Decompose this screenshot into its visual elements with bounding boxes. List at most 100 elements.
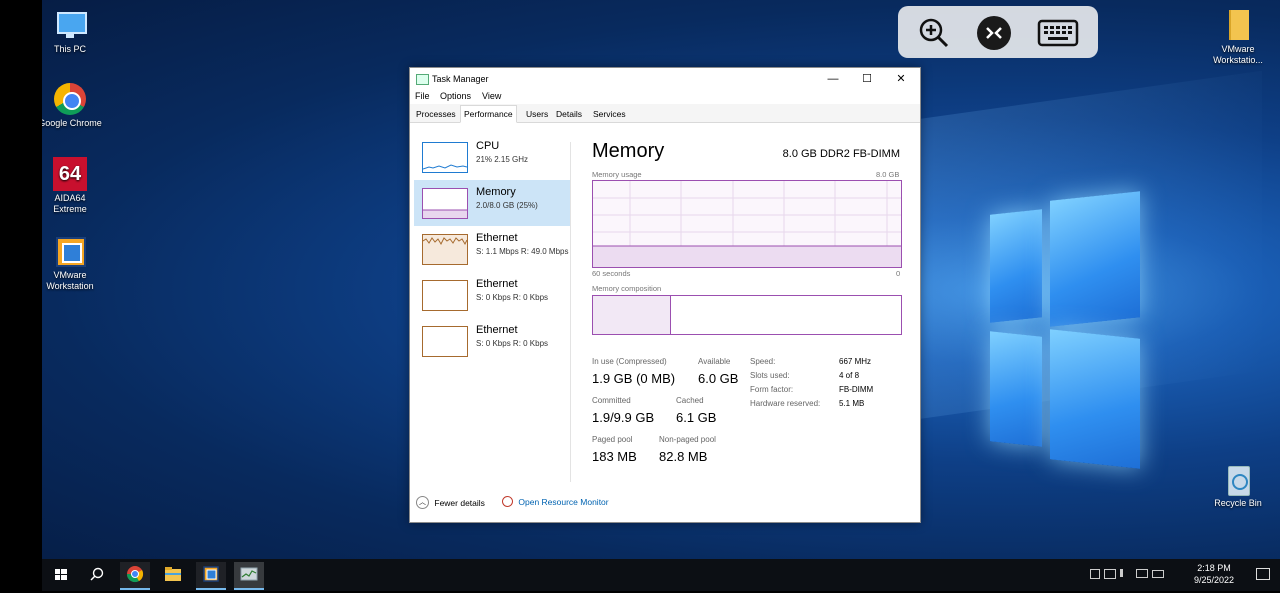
network-error-icon[interactable] (1104, 569, 1116, 579)
desktop-icon-aida64[interactable]: 64 AIDA64 Extreme (42, 157, 102, 215)
notification-icon[interactable] (1256, 568, 1270, 580)
form-factor-label: Form factor: (750, 385, 794, 394)
tab-services[interactable]: Services (590, 107, 629, 121)
close-button[interactable]: ✕ (886, 71, 916, 87)
sidebar-item-ethernet-3[interactable]: Ethernet S: 0 Kbps R: 0 Kbps (414, 318, 570, 364)
speed-label: Speed: (750, 357, 776, 366)
tab-users[interactable]: Users (523, 107, 551, 121)
recycle-bin-icon (1221, 462, 1255, 496)
in-use-value: 1.9 GB (0 MB) (592, 371, 676, 386)
sidebar-item-label: Ethernet (476, 324, 518, 336)
paged-pool-label: Paged pool (592, 435, 633, 444)
chrome-icon (53, 82, 87, 116)
display-icon[interactable] (1136, 569, 1148, 578)
taskbar-vmware-icon[interactable] (196, 562, 226, 590)
taskbar: 2:18 PM 9/25/2022 (42, 559, 1280, 591)
title-bar[interactable]: Task Manager — ☐ ✕ (410, 68, 920, 90)
sidebar-item-sub: S: 0 Kbps R: 0 Kbps (476, 339, 549, 348)
open-resource-monitor-link[interactable]: Open Resource Monitor (502, 496, 609, 508)
desktop-icon-this-pc[interactable]: This PC (42, 8, 102, 55)
composition-in-use (593, 296, 671, 334)
usage-area (593, 246, 901, 267)
aida64-icon: 64 (53, 157, 87, 191)
cached-label: Cached (676, 396, 704, 405)
memory-usage-graph (592, 180, 902, 268)
sidebar-item-label: Ethernet (476, 278, 518, 290)
windows-logo-pane (990, 331, 1042, 447)
tab-bar: Processes Performance Users Details Serv… (410, 104, 920, 123)
desktop-icon-vmware-folder[interactable]: VMware Workstatio... (1206, 8, 1270, 66)
desktop-icon-chrome[interactable]: Google Chrome (42, 82, 102, 129)
menu-bar: File Options View (410, 90, 920, 104)
search-icon[interactable] (82, 562, 112, 588)
file-explorer-icon[interactable] (158, 562, 188, 588)
clock-date: 9/25/2022 (1193, 575, 1234, 585)
vmware-icon (53, 234, 87, 268)
memory-thumbnail-graph (422, 188, 468, 219)
usage-label: Memory usage (592, 170, 642, 179)
tab-performance[interactable]: Performance (460, 105, 517, 123)
footer: ︿ Fewer details Open Resource Monitor (416, 496, 906, 512)
sidebar-item-label: CPU (476, 140, 500, 152)
hardware-reserved-label: Hardware reserved: (750, 399, 821, 408)
tab-processes[interactable]: Processes (413, 107, 459, 121)
hardware-reserved-value: 5.1 MB (839, 399, 865, 408)
minimize-button[interactable]: — (818, 71, 848, 87)
volume-muted-icon[interactable] (1120, 569, 1133, 577)
ethernet-thumbnail-graph (422, 234, 468, 265)
maximize-button[interactable]: ☐ (852, 71, 882, 87)
sidebar-item-label: Memory (476, 186, 516, 198)
taskbar-chrome-icon[interactable] (120, 562, 150, 590)
sidebar-item-cpu[interactable]: CPU 21% 2.15 GHz (414, 134, 570, 180)
menu-file[interactable]: File (415, 91, 430, 101)
fewer-details-button[interactable]: ︿ Fewer details (416, 496, 485, 509)
open-resource-monitor-label: Open Resource Monitor (518, 496, 609, 507)
ethernet-thumbnail-graph (422, 326, 468, 357)
non-paged-pool-value: 82.8 MB (659, 449, 708, 464)
keyboard-icon[interactable] (1036, 15, 1080, 51)
windows-logo-pane (990, 209, 1042, 323)
slots-label: Slots used: (750, 371, 790, 380)
clock[interactable]: 2:18 PM 9/25/2022 (1194, 562, 1234, 586)
desktop-icon-recycle-bin[interactable]: Recycle Bin (1206, 462, 1270, 509)
tray-app-icon[interactable] (1090, 569, 1100, 579)
windows-logo-pane (1050, 191, 1140, 327)
menu-view[interactable]: View (482, 91, 501, 101)
chevron-up-icon: ︿ (416, 496, 429, 509)
time-left-label: 60 seconds (592, 269, 631, 278)
composition-label: Memory composition (592, 284, 662, 293)
committed-label: Committed (592, 396, 631, 405)
computer-icon (53, 8, 87, 42)
time-right-label: 0 (896, 269, 901, 278)
start-button[interactable] (46, 562, 76, 588)
taskbar-task-manager-icon[interactable] (234, 562, 264, 590)
panel-divider (570, 142, 571, 482)
zoom-in-icon[interactable] (916, 15, 952, 51)
in-use-label: In use (Compressed) (592, 357, 667, 366)
cpu-thumbnail-graph (422, 142, 468, 173)
tab-details[interactable]: Details (553, 107, 585, 121)
keyboard-layout-icon[interactable] (1152, 570, 1164, 578)
memory-spec: 8.0 GB DDR2 FB-DIMM (782, 148, 900, 160)
desktop-icon-vmware[interactable]: VMware Workstation (42, 234, 102, 292)
usage-max: 8.0 GB (876, 170, 900, 179)
window-title: Task Manager (432, 74, 489, 84)
fewer-details-label: Fewer details (434, 497, 485, 508)
ethernet-thumbnail-graph (422, 280, 468, 311)
sidebar-item-ethernet-1[interactable]: Ethernet S: 1.1 Mbps R: 49.0 Mbps (414, 226, 570, 272)
task-manager-icon (416, 74, 429, 85)
non-paged-pool-label: Non-paged pool (659, 435, 716, 444)
task-manager-window: Task Manager — ☐ ✕ File Options View Pro… (409, 67, 921, 523)
available-value: 6.0 GB (698, 371, 739, 386)
form-factor-value: FB-DIMM (839, 385, 874, 394)
sidebar-item-sub: S: 0 Kbps R: 0 Kbps (476, 293, 549, 302)
remote-desktop-icon[interactable] (976, 15, 1012, 51)
sidebar-item-ethernet-2[interactable]: Ethernet S: 0 Kbps R: 0 Kbps (414, 272, 570, 318)
menu-options[interactable]: Options (440, 91, 471, 101)
clock-time: 2:18 PM (1197, 563, 1231, 573)
cached-value: 6.1 GB (676, 410, 717, 425)
paged-pool-value: 183 MB (592, 449, 637, 464)
page-title: Memory (592, 140, 665, 162)
sidebar-item-memory[interactable]: Memory 2.0/8.0 GB (25%) (414, 180, 570, 226)
sidebar-item-label: Ethernet (476, 232, 518, 244)
